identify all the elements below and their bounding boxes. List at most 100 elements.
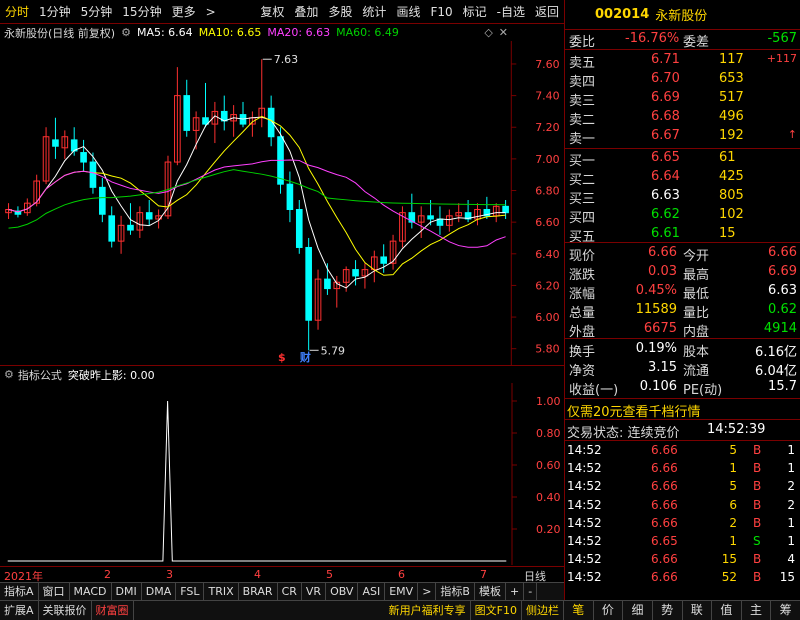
back-button[interactable]: 返回 [530, 3, 564, 20]
x-tick-label: 5 [326, 568, 333, 581]
tab-trend[interactable]: 势 [653, 601, 683, 620]
tab-vr[interactable]: VR [302, 583, 327, 600]
kline-chart[interactable]: 7.60 7.40 7.20 7.00 6.80 6.60 6.40 6.20 6.00 5.80… [0, 41, 564, 366]
add-pane-button[interactable]: + [506, 583, 525, 600]
bid-row[interactable]: 买四 6.62 102 [565, 206, 800, 226]
tab-detail[interactable]: 细 [623, 601, 653, 620]
diamond-icon[interactable]: ◇ [484, 26, 492, 39]
tick-volume: 2 [729, 515, 737, 530]
fuquan-button[interactable]: 复权 [255, 3, 289, 20]
tab-extend-a[interactable]: 扩展A [0, 601, 39, 620]
close-icon[interactable]: ✕ [499, 26, 508, 39]
ask-row[interactable]: 卖二 6.68 496 [565, 108, 800, 128]
bid-row[interactable]: 买三 6.63 805 [565, 187, 800, 207]
ask-change: ↑ [787, 128, 797, 141]
tab-window[interactable]: 窗口 [39, 583, 70, 600]
y-tick-label: 7.20 [535, 121, 559, 134]
period-more-tab[interactable]: 更多 [167, 3, 201, 20]
ask-row[interactable]: 卖一 6.67 192 ↑ [565, 127, 800, 147]
tab-cr[interactable]: CR [278, 583, 302, 600]
promo-link[interactable]: 仅需20元查看千档行情 [567, 401, 701, 420]
tick-direction: B [753, 479, 762, 494]
stat-label: 量比 [683, 306, 710, 321]
mark-button[interactable]: 标记 [458, 3, 492, 20]
tab-sidebar[interactable]: 侧边栏 [522, 601, 564, 620]
ask-price: 6.67 [651, 128, 680, 143]
stats-button[interactable]: 统计 [357, 3, 391, 20]
tab-obv[interactable]: OBV [326, 583, 359, 600]
ask-row[interactable]: 卖五 6.71 117 +117 [565, 51, 800, 71]
bid-volume: 425 [719, 169, 744, 184]
bid-row[interactable]: 买二 6.64 425 [565, 168, 800, 188]
settings-icon[interactable]: ⚙ [4, 368, 14, 381]
period-tab[interactable]: 15分钟 [117, 3, 166, 20]
settings-icon[interactable]: ⚙ [121, 26, 131, 39]
tab-main[interactable]: 主 [742, 601, 772, 620]
tab-macd[interactable]: MACD [70, 583, 112, 600]
candle-body [80, 152, 87, 163]
chevron-right-icon[interactable]: > [201, 5, 221, 19]
candle-body [380, 256, 387, 264]
tab-linked[interactable]: 联 [683, 601, 713, 620]
tick-volume: 15 [721, 552, 737, 567]
tab-trix[interactable]: TRIX [204, 583, 239, 600]
tab-dmi[interactable]: DMI [112, 583, 142, 600]
period-tab[interactable]: 分时 [0, 3, 34, 20]
tab-more[interactable]: > [418, 583, 437, 600]
tab-price[interactable]: 价 [594, 601, 624, 620]
tab-brar[interactable]: BRAR [239, 583, 278, 600]
tick-count: 4 [787, 552, 795, 567]
toolbar: 分时 1分钟 5分钟 15分钟 更多 > 复权 叠加 多股 统计 画线 F10 … [0, 0, 564, 24]
tick-time: 14:52 [567, 552, 602, 567]
weibi-row: 委比 -16.76% 委差 -567 [565, 30, 800, 50]
tab-wealth-circle[interactable]: 财富圈 [92, 601, 134, 620]
stat-value: 11589 [635, 302, 677, 317]
bid-label: 买二 [569, 173, 596, 188]
chart-title-bar: 永新股份(日线 前复权) ⚙ MA5: 6.64 MA10: 6.65 MA20… [0, 24, 512, 41]
tick-direction: B [753, 515, 762, 530]
multi-stock-button[interactable]: 多股 [323, 3, 357, 20]
indicator-chart[interactable]: 1.00 0.80 0.60 0.40 0.20 [0, 383, 564, 565]
tab-indicator-b[interactable]: 指标B [436, 583, 475, 600]
f10-button[interactable]: F10 [425, 5, 457, 19]
indicator-formula-label[interactable]: 指标公式 [18, 367, 62, 383]
tick-price: 6.66 [651, 552, 678, 567]
tab-dma[interactable]: DMA [142, 583, 177, 600]
period-tab[interactable]: 1分钟 [34, 3, 76, 20]
tick-direction: B [753, 461, 762, 476]
tab-related-quote[interactable]: 关联报价 [39, 601, 92, 620]
candle-body [52, 139, 59, 147]
remove-watchlist-button[interactable]: -自选 [492, 3, 530, 20]
tab-template[interactable]: 模板 [475, 583, 506, 600]
tab-indicator-a[interactable]: 指标A [0, 583, 39, 600]
x-tick-label: 6 [398, 568, 405, 581]
tick-direction: S [753, 534, 761, 548]
draw-line-button[interactable]: 画线 [391, 3, 425, 20]
candle-body [183, 95, 191, 131]
tab-value[interactable]: 值 [712, 601, 742, 620]
ask-change: +117 [766, 52, 797, 65]
ma10-label: MA10: 6.65 [198, 26, 262, 39]
tab-fsl[interactable]: FSL [176, 583, 205, 600]
overlay-button[interactable]: 叠加 [289, 3, 323, 20]
remove-pane-button[interactable]: - [524, 583, 538, 600]
bid-price: 6.64 [651, 169, 680, 184]
trade-status-row: 交易状态: 连续竞价 14:52:39 [565, 421, 800, 441]
tab-trades[interactable]: 笔 [564, 601, 594, 620]
tab-chips[interactable]: 筹 [771, 601, 800, 620]
promo-row[interactable]: 仅需20元查看千档行情 [565, 400, 800, 420]
stat-label: 最低 [683, 287, 710, 302]
tab-asi[interactable]: ASI [358, 583, 386, 600]
tab-new-user-benefit[interactable]: 新用户福利专享 [385, 601, 471, 620]
stat-label: 涨跌 [569, 268, 596, 283]
ask-row[interactable]: 卖四 6.70 653 [565, 70, 800, 90]
ask-row[interactable]: 卖三 6.69 517 [565, 89, 800, 109]
tab-emv[interactable]: EMV [385, 583, 419, 600]
event-marker[interactable]: 财 [299, 350, 311, 364]
bid-volume: 61 [719, 150, 736, 165]
period-tab[interactable]: 5分钟 [76, 3, 118, 20]
ma60-label: MA60: 6.49 [336, 26, 399, 39]
tab-f10-graphic[interactable]: 图文F10 [471, 601, 522, 620]
bid-row[interactable]: 买一 6.65 61 [565, 149, 800, 169]
event-marker[interactable]: $ [278, 351, 286, 364]
